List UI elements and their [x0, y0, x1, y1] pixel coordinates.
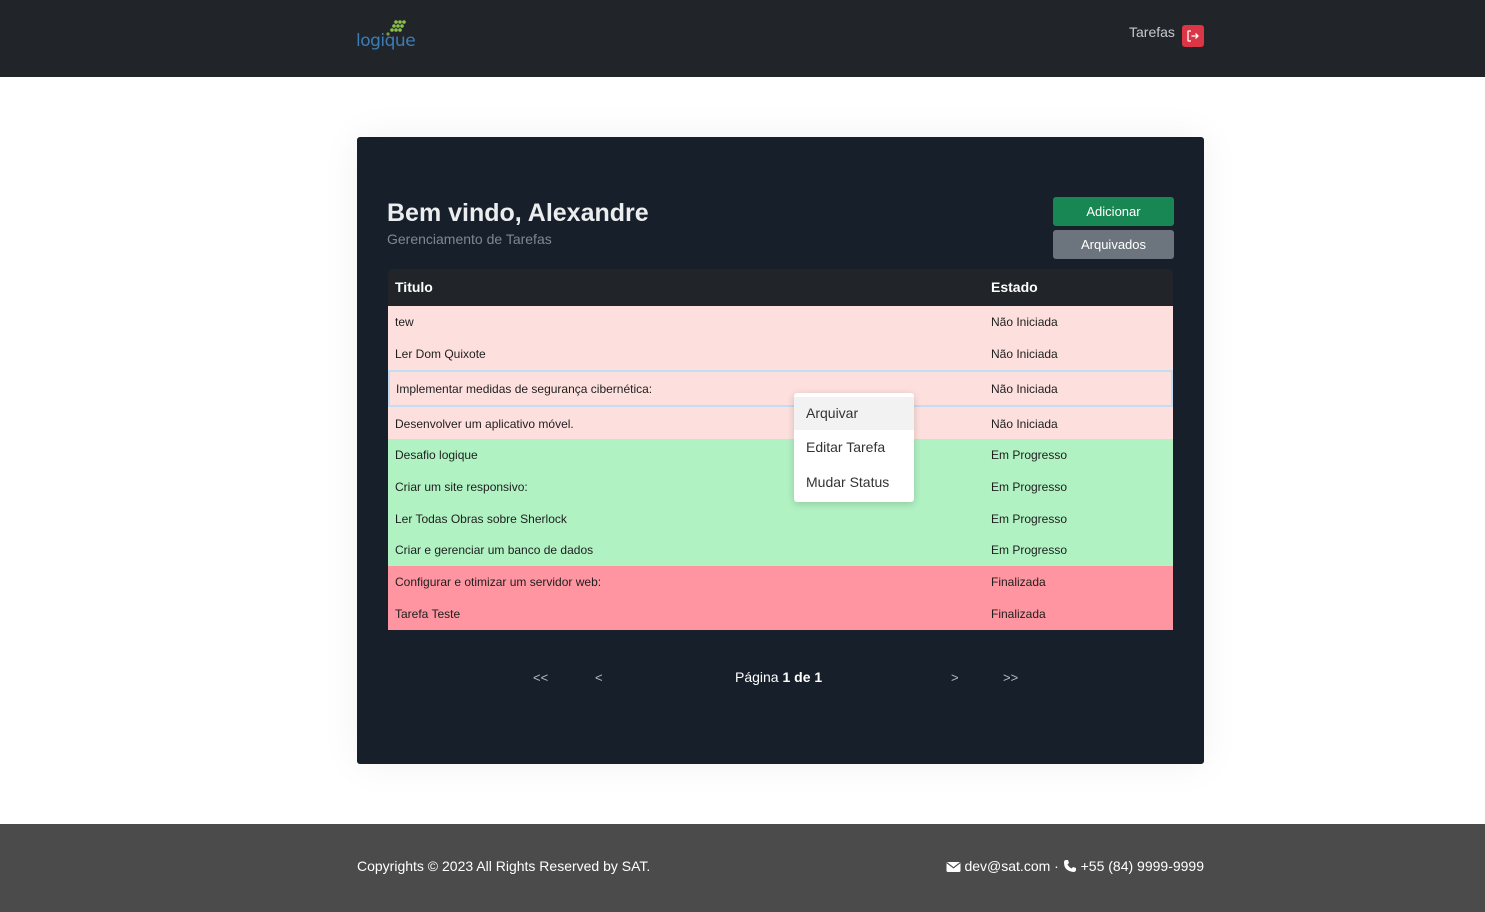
task-status: Em Progresso [991, 512, 1068, 526]
table-row[interactable]: tew Não Iniciada [388, 306, 1173, 338]
task-title: Configurar e otimizar um servidor web: [395, 575, 602, 589]
task-status: Não Iniciada [991, 417, 1058, 431]
context-menu-edit[interactable]: Editar Tarefa [794, 431, 914, 464]
task-status: Finalizada [991, 607, 1046, 621]
table-row[interactable]: Criar um site responsivo: Em Progresso [388, 471, 1173, 503]
total-pages: 1 [814, 669, 823, 685]
task-title: Implementar medidas de segurança ciberné… [396, 382, 653, 396]
table-header: Titulo Estado [388, 269, 1173, 306]
navbar: logique Tarefas [0, 0, 1485, 77]
table-row[interactable]: Desafio logique Em Progresso [388, 439, 1173, 471]
task-title: Criar e gerenciar um banco de dados [395, 543, 594, 557]
tasks-table: Titulo Estado tew Não Iniciada Ler Dom Q… [388, 269, 1173, 630]
page-subtitle: Gerenciamento de Tarefas [387, 231, 552, 247]
context-menu-label: Editar Tarefa [806, 439, 886, 455]
task-status: Em Progresso [991, 480, 1068, 494]
task-title: Ler Todas Obras sobre Sherlock [395, 512, 567, 526]
context-menu-change-status[interactable]: Mudar Status [794, 466, 914, 499]
task-status: Em Progresso [991, 448, 1068, 462]
context-menu-label: Arquivar [806, 405, 859, 421]
last-page-button[interactable]: >> [1003, 670, 1018, 685]
task-status: Não Iniciada [991, 382, 1058, 396]
page-indicator: Página 1 de 1 [735, 669, 822, 685]
task-status: Não Iniciada [991, 315, 1058, 329]
logo[interactable]: logique [356, 19, 420, 55]
nav-link-tarefas[interactable]: Tarefas [1129, 24, 1175, 40]
table-row[interactable]: Desenvolver um aplicativo móvel. Não Ini… [388, 407, 1173, 439]
copyright-text: Copyrights © 2023 All Rights Reserved by… [357, 858, 651, 874]
page-separator: de [794, 669, 811, 685]
current-page: 1 [782, 669, 791, 685]
task-status: Finalizada [991, 575, 1046, 589]
task-title: Criar um site responsivo: [395, 480, 528, 494]
contact-info: dev@sat.com · +55 (84) 9999-9999 [946, 858, 1204, 874]
task-title: Desenvolver um aplicativo móvel. [395, 417, 574, 431]
first-page-button[interactable]: << [533, 670, 548, 685]
logo-text: logique [356, 31, 416, 51]
task-title: tew [395, 315, 414, 329]
task-status: Em Progresso [991, 543, 1068, 557]
table-row-selected[interactable]: Implementar medidas de segurança ciberné… [388, 370, 1173, 407]
task-title: Desafio logique [395, 448, 478, 462]
footer: Copyrights © 2023 All Rights Reserved by… [0, 824, 1485, 912]
logout-button[interactable] [1182, 25, 1204, 47]
next-page-button[interactable]: > [951, 670, 959, 685]
phone-icon [1063, 860, 1076, 872]
contact-separator: · [1054, 858, 1059, 874]
context-menu-label: Mudar Status [806, 474, 890, 490]
welcome-title: Bem vindo, Alexandre [387, 199, 649, 227]
table-row[interactable]: Configurar e otimizar um servidor web: F… [388, 566, 1173, 598]
table-row[interactable]: Ler Dom Quixote Não Iniciada [388, 338, 1173, 370]
table-row[interactable]: Ler Todas Obras sobre Sherlock Em Progre… [388, 503, 1173, 534]
column-header-status: Estado [991, 279, 1038, 295]
logout-icon [1187, 30, 1199, 42]
task-title: Ler Dom Quixote [395, 347, 486, 361]
archived-button[interactable]: Arquivados [1053, 230, 1174, 259]
contact-phone[interactable]: +55 (84) 9999-9999 [1081, 858, 1204, 874]
add-task-button[interactable]: Adicionar [1053, 197, 1174, 226]
table-row[interactable]: Tarefa Teste Finalizada [388, 598, 1173, 630]
column-header-title: Titulo [395, 279, 433, 295]
envelope-icon [946, 862, 961, 872]
prev-page-button[interactable]: < [595, 670, 603, 685]
context-menu-archive[interactable]: Arquivar [794, 397, 914, 430]
task-status: Não Iniciada [991, 347, 1058, 361]
task-title: Tarefa Teste [395, 607, 461, 621]
contact-email[interactable]: dev@sat.com [964, 858, 1050, 874]
table-row[interactable]: Criar e gerenciar um banco de dados Em P… [388, 534, 1173, 566]
context-menu: Arquivar Editar Tarefa Mudar Status [794, 393, 914, 502]
page-label: Página [735, 669, 779, 685]
tasks-card: Bem vindo, Alexandre Gerenciamento de Ta… [357, 137, 1204, 764]
